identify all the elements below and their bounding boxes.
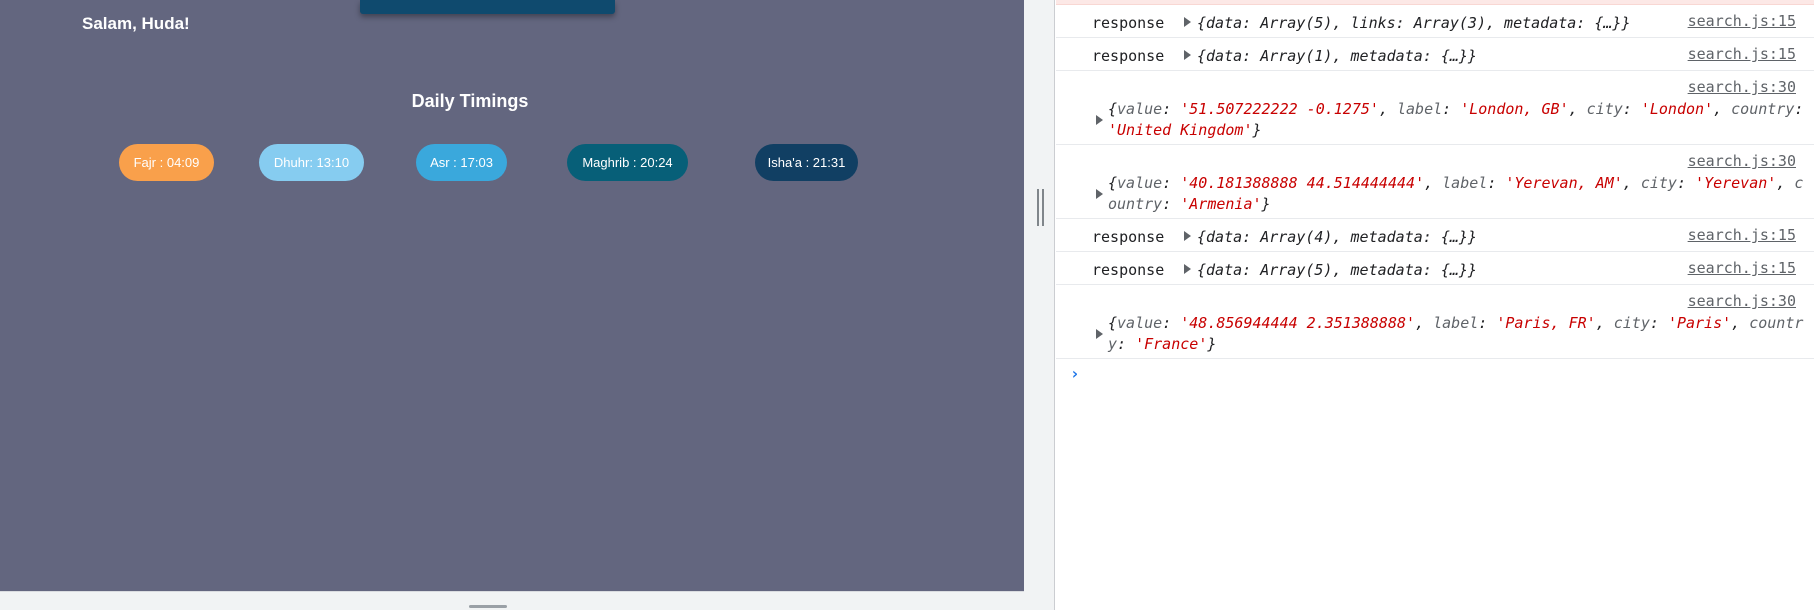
object-preview[interactable]: {data: Array(5), links: Array(3), metada…	[1184, 14, 1630, 32]
prayer-pill-maghrib[interactable]: Maghrib : 20:24	[567, 144, 688, 181]
console-message: response {data: Array(5), links: Array(3…	[1056, 5, 1814, 38]
console-message: response {data: Array(1), metadata: {…}}…	[1056, 38, 1814, 71]
devtools-console: response {data: Array(5), links: Array(3…	[1056, 0, 1814, 610]
console-message: search.js:30 {value: '48.856944444 2.351…	[1056, 285, 1814, 359]
preview-text: {data: Array(4), metadata: {…}}	[1197, 228, 1477, 246]
log-label: response	[1092, 14, 1165, 32]
label-text: Paris, FR	[1505, 314, 1587, 332]
value-text: 51.507222222 -0.1275	[1189, 100, 1370, 118]
expand-triangle-icon[interactable]	[1184, 231, 1191, 241]
splitter-grip-icon[interactable]	[1037, 189, 1045, 226]
log-label: response	[1092, 47, 1165, 65]
city-text: London	[1649, 100, 1705, 118]
log-label: response	[1092, 261, 1165, 279]
expand-triangle-icon[interactable]	[1184, 17, 1191, 27]
city-text: Yerevan	[1704, 174, 1768, 192]
section-title: Daily Timings	[411, 91, 529, 111]
preview-text: {data: Array(1), metadata: {…}}	[1197, 47, 1477, 65]
object-preview[interactable]: {data: Array(1), metadata: {…}}	[1184, 47, 1477, 65]
source-link[interactable]: search.js:15	[1688, 226, 1796, 244]
city-text: Paris	[1676, 314, 1723, 332]
object-preview[interactable]: {value: '40.181388888 44.514444444', lab…	[1108, 173, 1808, 215]
object-preview[interactable]: {value: '48.856944444 2.351388888', labe…	[1108, 313, 1808, 355]
label-text: London, GB	[1469, 100, 1560, 118]
prayer-pill-ishaa[interactable]: Isha'a : 21:31	[755, 144, 858, 181]
prayer-label: Dhuhr: 13:10	[273, 155, 350, 170]
drawer-drag-handle[interactable]	[469, 605, 507, 608]
country-text: Armenia	[1189, 195, 1253, 213]
source-link[interactable]: search.js:15	[1688, 259, 1796, 277]
prayer-label: Isha'a : 21:31	[767, 155, 846, 170]
source-link[interactable]: search.js:30	[1688, 292, 1796, 310]
value-text: 40.181388888 44.514444444	[1189, 174, 1416, 192]
expand-triangle-icon[interactable]	[1096, 115, 1103, 125]
log-label: response	[1092, 228, 1165, 246]
value-text: 48.856944444 2.351388888	[1189, 314, 1407, 332]
viewport-bottom-strip	[0, 591, 1024, 610]
preview-text: {data: Array(5), links: Array(3), metada…	[1197, 14, 1631, 32]
source-link[interactable]: search.js:15	[1688, 45, 1796, 63]
expand-triangle-icon[interactable]	[1096, 189, 1103, 199]
prayer-label: Asr : 17:03	[430, 155, 493, 170]
prayer-label: Maghrib : 20:24	[582, 155, 673, 170]
prayer-pill-dhuhr[interactable]: Dhuhr: 13:10	[259, 144, 364, 181]
object-preview[interactable]: {value: '51.507222222 -0.1275', label: '…	[1108, 99, 1808, 141]
country-text: United Kingdom	[1117, 121, 1244, 139]
console-prompt[interactable]: ›	[1070, 364, 1080, 383]
expand-triangle-icon[interactable]	[1184, 264, 1191, 274]
object-preview[interactable]: {data: Array(5), metadata: {…}}	[1184, 261, 1477, 279]
console-message: search.js:30 {value: '40.181388888 44.51…	[1056, 145, 1814, 219]
country-text: France	[1144, 335, 1199, 353]
prayer-pill-asr[interactable]: Asr : 17:03	[416, 144, 507, 181]
expand-triangle-icon[interactable]	[1096, 329, 1103, 339]
label-text: Yerevan, AM	[1514, 174, 1614, 192]
panel-splitter[interactable]	[1024, 0, 1055, 610]
console-message: response {data: Array(4), metadata: {…}}…	[1056, 219, 1814, 252]
object-preview[interactable]: {data: Array(4), metadata: {…}}	[1184, 228, 1477, 246]
console-message: search.js:30 {value: '51.507222222 -0.12…	[1056, 71, 1814, 145]
prayer-pill-fajr[interactable]: Fajr : 04:09	[119, 144, 214, 181]
console-message: response {data: Array(5), metadata: {…}}…	[1056, 252, 1814, 285]
top-bar	[360, 0, 615, 14]
source-link[interactable]: search.js:15	[1688, 12, 1796, 30]
source-link[interactable]: search.js:30	[1688, 152, 1796, 170]
prayer-label: Fajr : 04:09	[133, 155, 200, 170]
app-viewport: Salam, Huda! Daily Timings Fajr : 04:09 …	[0, 0, 1024, 591]
source-link[interactable]: search.js:30	[1688, 78, 1796, 96]
preview-text: {data: Array(5), metadata: {…}}	[1197, 261, 1477, 279]
expand-triangle-icon[interactable]	[1184, 50, 1191, 60]
greeting: Salam, Huda!	[82, 14, 190, 33]
